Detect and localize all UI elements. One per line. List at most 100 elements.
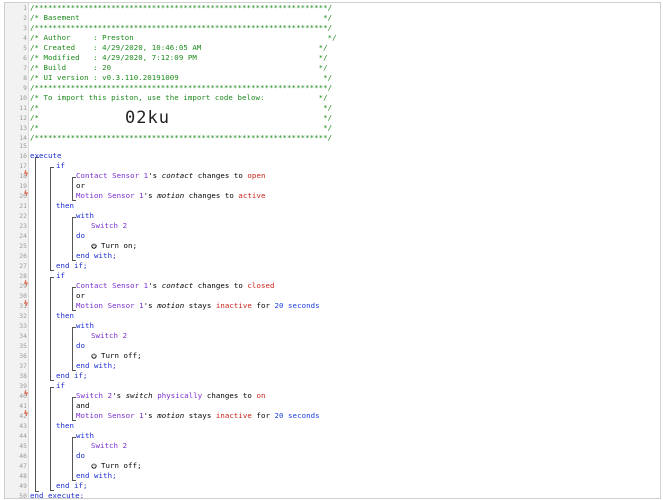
- line-number: 25: [19, 242, 27, 250]
- do-keyword[interactable]: do: [76, 451, 85, 461]
- line-number: 40: [19, 392, 27, 400]
- or-operator[interactable]: or: [76, 181, 85, 191]
- line-number: 27: [19, 262, 27, 270]
- condition-contact-closed[interactable]: Contact Sensor 1's contact changes to cl…: [76, 281, 274, 291]
- with-keyword[interactable]: with: [76, 211, 94, 221]
- comment-author: /* Author : Preston */: [30, 33, 337, 42]
- line-number: 28: [19, 272, 27, 280]
- if-keyword[interactable]: if: [56, 381, 65, 391]
- device-switch[interactable]: Switch 2: [91, 441, 127, 451]
- possessive: 's: [148, 281, 158, 290]
- condition-motion-inactive[interactable]: Motion Sensor 1's motion stays inactive …: [76, 411, 320, 421]
- task-turn-off[interactable]: Turn off;: [87, 351, 142, 361]
- operator: changes to: [197, 281, 243, 290]
- line-number: 15: [19, 142, 27, 150]
- and-operator[interactable]: and: [76, 401, 90, 411]
- end-with-keyword[interactable]: end with;: [76, 361, 117, 371]
- comment-border: /***************************************…: [30, 83, 333, 92]
- comment-import-note: /* To import this piston, use the import…: [30, 93, 328, 102]
- line-number: 34: [19, 332, 27, 340]
- task-turn-on[interactable]: Turn on;: [87, 241, 137, 251]
- device-name: Switch 2: [76, 391, 113, 400]
- line-number: 43: [19, 422, 27, 430]
- duration-value: 20: [274, 301, 284, 310]
- line-number: 24: [19, 232, 27, 240]
- or-operator[interactable]: or: [76, 291, 85, 301]
- line-number: 29: [19, 282, 27, 290]
- line-number: 8: [23, 74, 27, 82]
- value: closed: [247, 281, 275, 290]
- do-keyword[interactable]: do: [76, 231, 85, 241]
- line-number: 4: [23, 34, 27, 42]
- line-number: 9: [23, 84, 27, 92]
- line-number: 30: [19, 292, 27, 300]
- with-keyword[interactable]: with: [76, 321, 94, 331]
- value: inactive: [215, 301, 252, 310]
- comment-created: /* Created : 4/29/2020, 10:46:05 AM */: [30, 43, 328, 52]
- possessive: 's: [143, 191, 153, 200]
- line-number: 50: [19, 492, 27, 499]
- power-on-icon: [91, 243, 97, 249]
- line-number: 3: [23, 24, 27, 32]
- comment-blank: /* */: [30, 113, 333, 122]
- execute-keyword[interactable]: execute: [30, 151, 62, 161]
- comment-title: /* Basement */: [30, 13, 333, 22]
- power-off-icon: [91, 463, 97, 469]
- task-turn-off[interactable]: Turn off;: [87, 461, 142, 471]
- line-number: 47: [19, 462, 27, 470]
- duration-unit: seconds: [288, 411, 320, 420]
- device-name: Contact Sensor 1: [76, 171, 149, 180]
- with-keyword[interactable]: with: [76, 431, 94, 441]
- condition-motion-active[interactable]: Motion Sensor 1's motion changes to acti…: [76, 191, 265, 201]
- line-number: 23: [19, 222, 27, 230]
- condition-contact-open[interactable]: Contact Sensor 1's contact changes to op…: [76, 171, 265, 181]
- device-name: Motion Sensor 1: [76, 191, 144, 200]
- line-number: 10: [19, 94, 27, 102]
- value: active: [238, 191, 266, 200]
- end-execute-keyword[interactable]: end execute;: [30, 491, 84, 498]
- do-keyword[interactable]: do: [76, 341, 85, 351]
- then-keyword[interactable]: then: [56, 201, 74, 211]
- if-keyword[interactable]: if: [56, 161, 65, 171]
- value: open: [247, 171, 266, 180]
- line-number: 12: [19, 114, 27, 122]
- condition-switch-on[interactable]: Switch 2's switch physically changes to …: [76, 391, 265, 401]
- end-with-keyword[interactable]: end with;: [76, 471, 117, 481]
- value: inactive: [215, 411, 252, 420]
- end-with-keyword[interactable]: end with;: [76, 251, 117, 261]
- line-number: 41: [19, 402, 27, 410]
- line-number: 39: [19, 382, 27, 390]
- line-number: 18: [19, 172, 27, 180]
- for-keyword: for: [256, 411, 270, 420]
- attribute-name: contact: [161, 171, 194, 180]
- device-switch[interactable]: Switch 2: [91, 331, 127, 341]
- possessive: 's: [143, 301, 153, 310]
- if-bracket-1: [50, 167, 54, 271]
- then-keyword[interactable]: then: [56, 421, 74, 431]
- line-number: 36: [19, 352, 27, 360]
- line-number: 31: [19, 302, 27, 310]
- end-if-keyword[interactable]: end if;: [56, 261, 88, 271]
- line-number: 38: [19, 372, 27, 380]
- comment-blank: /* */: [30, 123, 333, 132]
- comment-border: /***************************************…: [30, 133, 333, 142]
- end-if-keyword[interactable]: end if;: [56, 481, 88, 491]
- end-if-keyword[interactable]: end if;: [56, 371, 88, 381]
- line-number: 5: [23, 44, 27, 52]
- line-number: 13: [19, 124, 27, 132]
- if-keyword[interactable]: if: [56, 271, 65, 281]
- device-name: Motion Sensor 1: [76, 411, 144, 420]
- operator: stays: [188, 301, 212, 310]
- operator: changes to: [188, 191, 234, 200]
- then-keyword[interactable]: then: [56, 311, 74, 321]
- physically-modifier: physically: [157, 391, 203, 400]
- line-number: 49: [19, 482, 27, 490]
- device-switch[interactable]: Switch 2: [91, 221, 127, 231]
- possessive: 's: [143, 411, 153, 420]
- condition-motion-inactive[interactable]: Motion Sensor 1's motion stays inactive …: [76, 301, 320, 311]
- line-number: 22: [19, 212, 27, 220]
- for-keyword: for: [256, 301, 270, 310]
- operator: changes to: [197, 171, 243, 180]
- task-label: Turn off;: [101, 351, 142, 360]
- line-number: 42: [19, 412, 27, 420]
